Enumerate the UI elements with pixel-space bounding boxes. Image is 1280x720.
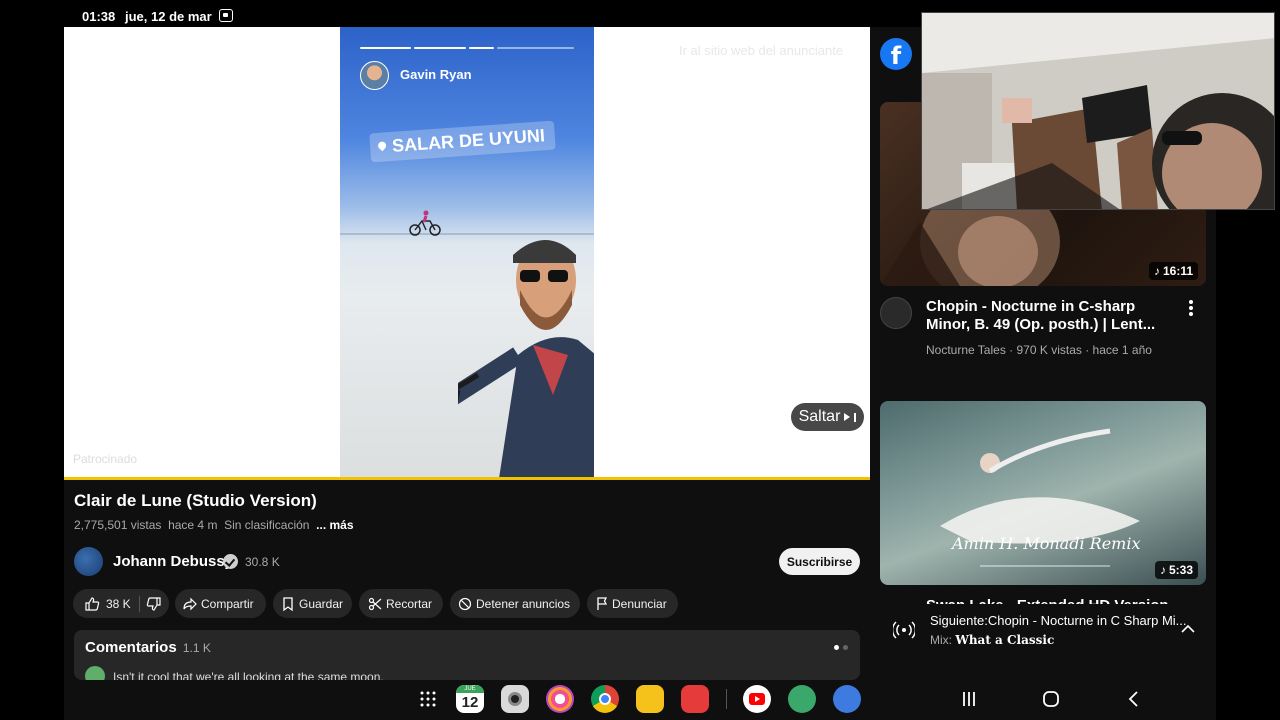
ad-progress-bar [64, 477, 870, 480]
rec-channel: Nocturne Tales [926, 343, 1006, 357]
calendar-month: JUE [456, 685, 484, 693]
comments-header: Comentarios 1.1 K [85, 639, 211, 656]
chrome-app-icon[interactable] [591, 685, 619, 713]
stop-ads-label: Detener anuncios [476, 596, 571, 611]
webcam-feed [922, 13, 1274, 209]
skip-icon [844, 413, 851, 421]
video-meta[interactable]: 2,775,501 vistas hace 4 m Sin clasificac… [74, 518, 354, 532]
ad-player[interactable]: Gavin Ryan SALAR DE UYUNI Ir al sitio we… [64, 27, 870, 478]
music-note-icon: ♪ [1153, 264, 1160, 278]
recommendation-title[interactable]: Chopin - Nocturne in C-sharp Minor, B. 4… [926, 298, 1171, 334]
subscribe-button[interactable]: Suscribirse [779, 548, 860, 575]
gallery-app-icon[interactable] [546, 685, 574, 713]
camera-app-icon[interactable] [501, 685, 529, 713]
block-icon [458, 597, 472, 610]
duration-text: 5:33 [1168, 563, 1193, 577]
music-note-icon: ♪ [1159, 563, 1166, 577]
up-next-mix: Mix: What a Classic [930, 633, 1054, 647]
camera-overlay[interactable] [921, 12, 1275, 210]
share-icon [183, 597, 197, 610]
flag-icon [597, 596, 608, 610]
save-button[interactable]: Guardar [273, 589, 352, 618]
bookmark-icon [283, 596, 293, 611]
mix-name: What a Classic [955, 633, 1055, 647]
video-views: 2,775,501 vistas [74, 518, 162, 532]
back-icon[interactable] [1126, 689, 1140, 709]
share-button[interactable]: Compartir [175, 589, 266, 618]
scissors-icon [368, 597, 382, 610]
advertiser-link[interactable]: Ir al sitio web del anunciante [679, 43, 843, 58]
video-duration: ♪ 16:11 [1148, 262, 1198, 280]
status-time: 01:38 [82, 9, 116, 24]
like-dislike-chip[interactable]: 38 K [73, 589, 169, 618]
up-next-label: Siguiente:Chopin - Nocturne in C Sharp M… [930, 613, 1187, 628]
more-link[interactable]: ... más [316, 518, 353, 532]
verified-icon [223, 554, 238, 569]
rec-age: hace 1 año [1092, 343, 1152, 357]
comment-preview: Isn't it cool that we're all looking at … [113, 670, 384, 680]
status-date: jue, 12 de mar [125, 9, 212, 24]
cyclist-figure [409, 210, 441, 236]
commenter-avatar [85, 666, 105, 680]
stop-ads-button[interactable]: Detener anuncios [450, 589, 580, 618]
recommendation-thumbnail[interactable]: Amin H. Monadi Remix ♪ 5:33 [880, 401, 1206, 585]
broadcast-icon [893, 621, 915, 639]
subscriber-count: 30.8 K [245, 555, 280, 569]
calendar-app-icon[interactable]: JUE 12 [456, 685, 484, 713]
ballerina-art [940, 428, 1140, 567]
thumbs-up-icon [85, 596, 100, 611]
taskbar-dock: JUE 12 [414, 683, 878, 715]
like-count: 38 K [106, 596, 131, 611]
story-progress [360, 47, 574, 50]
video-age: hace 4 m [168, 518, 218, 532]
facebook-icon[interactable]: f [880, 38, 912, 70]
report-label: Denunciar [612, 596, 667, 611]
channel-avatar[interactable] [74, 547, 103, 576]
sponsored-label: Patrocinado [73, 452, 138, 466]
up-next-bar[interactable]: Siguiente:Chopin - Nocturne in C Sharp M… [880, 604, 1216, 654]
recommendation-meta: Nocturne Tales · 970 K vistas · hace 1 a… [926, 343, 1152, 357]
video-title: Clair de Lune (Studio Version) [74, 491, 317, 510]
ad-story-image: Gavin Ryan SALAR DE UYUNI [340, 27, 594, 478]
notes-app-icon[interactable] [681, 685, 709, 713]
files-app-icon[interactable] [636, 685, 664, 713]
video-duration: ♪ 5:33 [1154, 561, 1198, 579]
selfie-man [458, 240, 594, 478]
comments-pager-dots [834, 645, 848, 650]
recents-icon[interactable] [961, 689, 977, 709]
video-classification: Sin clasificación [224, 518, 310, 532]
more-options-icon[interactable] [1189, 300, 1193, 318]
story-name: Gavin Ryan [400, 67, 472, 82]
skip-label: Saltar [798, 408, 841, 425]
story-location-tag: SALAR DE UYUNI [369, 120, 556, 163]
share-label: Compartir [201, 596, 254, 611]
channel-avatar-nocturne[interactable] [880, 297, 912, 329]
clip-button[interactable]: Recortar [359, 589, 443, 618]
channel-name[interactable]: Johann Debussy [113, 553, 233, 570]
comments-label: Comentarios [85, 639, 177, 656]
comments-section[interactable]: Comentarios 1.1 K Isn't it cool that we'… [74, 630, 860, 680]
app-drawer-icon[interactable] [414, 685, 442, 713]
duration-text: 16:11 [1162, 264, 1193, 278]
calendar-day: 12 [461, 694, 479, 711]
comments-count: 1.1 K [182, 641, 211, 655]
messages-app-icon[interactable] [833, 685, 861, 713]
youtube-app-icon[interactable] [743, 685, 771, 713]
save-label: Guardar [299, 596, 344, 611]
thumbs-down-icon[interactable] [146, 596, 162, 612]
clip-label: Recortar [386, 596, 433, 611]
mix-prefix: Mix: [930, 633, 952, 647]
store-app-icon[interactable] [788, 685, 816, 713]
thumbnail-signature: Amin H. Monadi Remix [952, 534, 1141, 553]
story-avatar [360, 61, 389, 90]
screenshot-icon[interactable] [219, 9, 233, 22]
dock-separator [726, 689, 727, 709]
report-button[interactable]: Denunciar [587, 589, 678, 618]
chevron-up-icon[interactable] [1181, 624, 1195, 634]
rec-views: 970 K vistas [1016, 343, 1082, 357]
home-icon[interactable] [1042, 689, 1060, 709]
skip-ad-button[interactable]: Saltar [791, 403, 864, 431]
